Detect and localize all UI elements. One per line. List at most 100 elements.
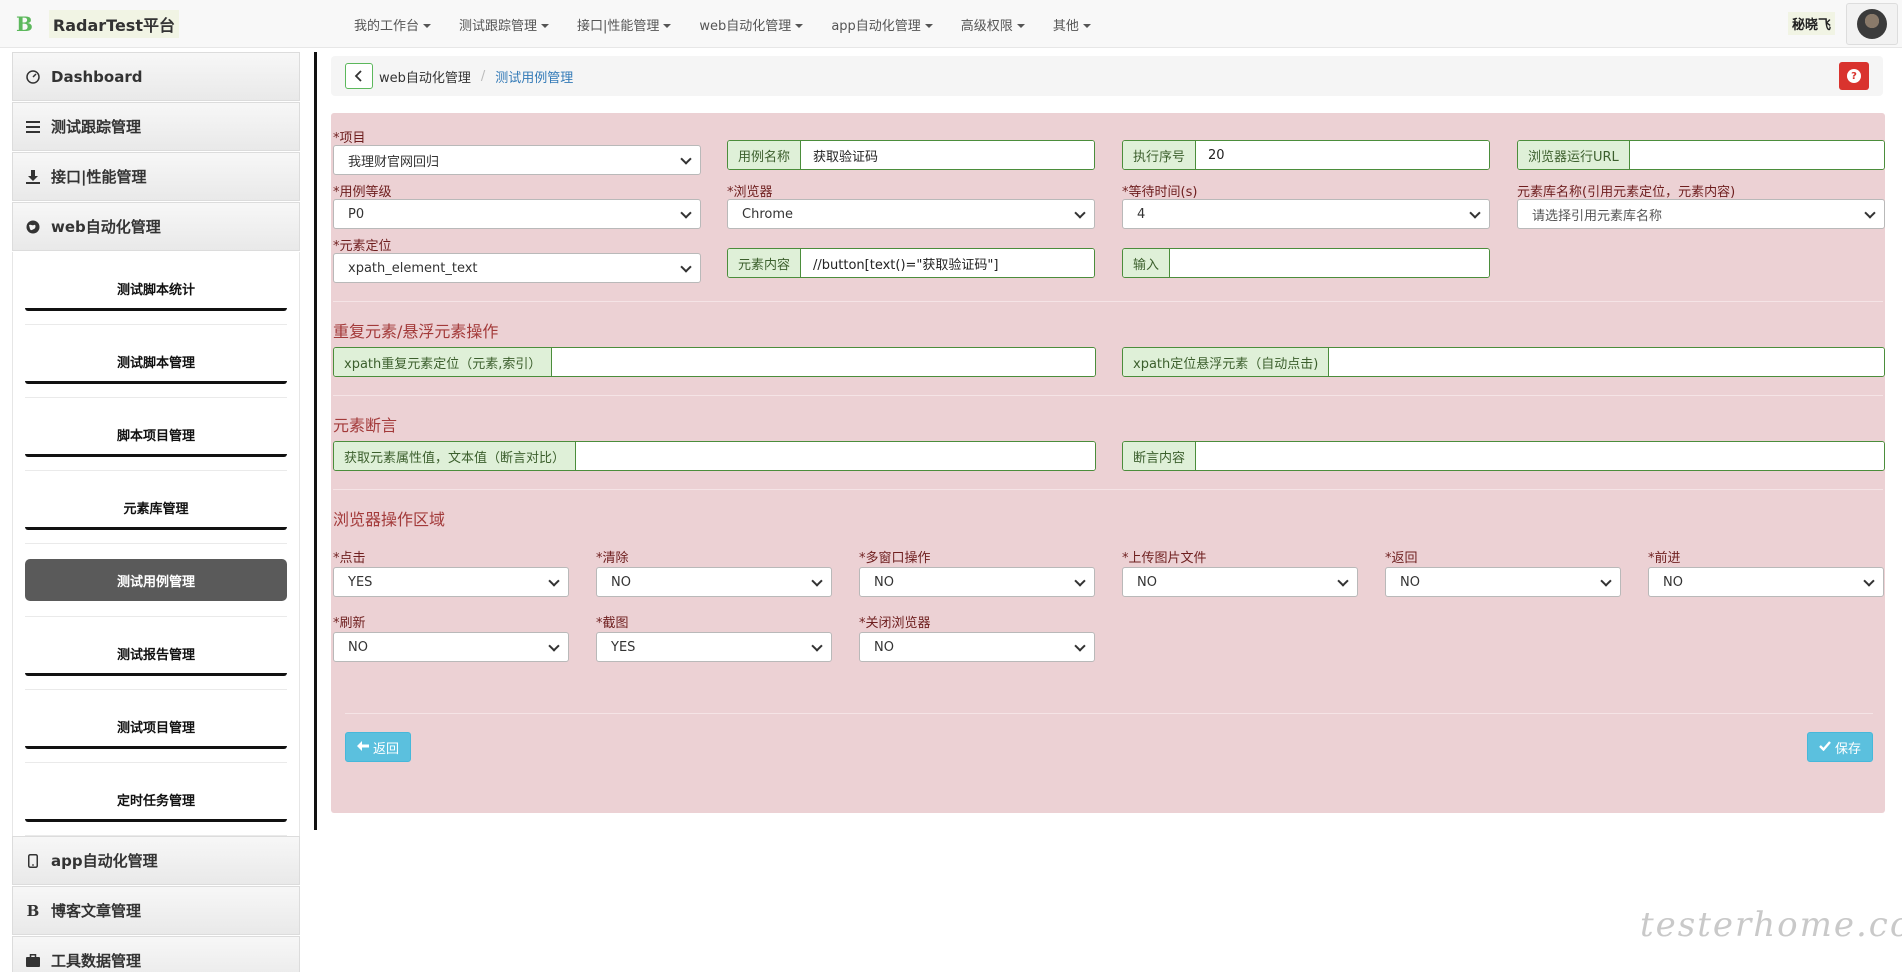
exec-order-input[interactable]: 20	[1196, 141, 1489, 169]
underline	[25, 673, 287, 676]
sidebar-item-tool-data[interactable]: 工具数据管理	[12, 936, 300, 972]
sidebar-item-api-performance[interactable]: 接口|性能管理	[12, 152, 300, 201]
assert-content-addon: 断言内容	[1123, 442, 1197, 470]
clear-select[interactable]: NO	[596, 567, 832, 597]
element-lib-select[interactable]: 请选择引用元素库名称	[1517, 199, 1885, 229]
list-icon	[25, 119, 41, 135]
sidebar-item-test-tracking[interactable]: 测试跟踪管理	[12, 102, 300, 151]
element-content-input[interactable]: //button[text()="获取验证码"]	[801, 249, 1094, 277]
case-level-select[interactable]: P0	[333, 199, 701, 229]
chevron-down-icon	[1074, 575, 1086, 587]
sidebar-sub-test-project[interactable]: 测试项目管理	[25, 690, 287, 763]
help-button[interactable]: ?	[1839, 62, 1869, 90]
go-back-select[interactable]: NO	[1385, 567, 1621, 597]
sidebar-item-web-automation[interactable]: web自动化管理	[12, 202, 300, 251]
divider	[333, 301, 1883, 302]
divider	[333, 489, 1883, 490]
project-label: *项目	[333, 131, 366, 146]
breadcrumb-parent[interactable]: web自动化管理	[379, 67, 471, 86]
xpath-hover-addon: xpath定位悬浮元素（自动点击)	[1123, 348, 1330, 376]
click-select[interactable]: YES	[333, 567, 569, 597]
nav-advanced-permission[interactable]: 高级权限	[947, 15, 1039, 34]
top-navbar: B RadarTest平台 我的工作台 测试跟踪管理 接口|性能管理 web自动…	[0, 0, 1902, 48]
sidebar-sub-test-report[interactable]: 测试报告管理	[25, 617, 287, 690]
chevron-down-icon	[1074, 640, 1086, 652]
sidebar-item-dashboard[interactable]: Dashboard	[12, 52, 300, 101]
xpath-hover-input[interactable]	[1329, 348, 1884, 376]
nav-workbench[interactable]: 我的工作台	[340, 15, 445, 34]
browser-url-input[interactable]	[1629, 141, 1884, 169]
nav-test-tracking[interactable]: 测试跟踪管理	[445, 15, 563, 34]
nav-other[interactable]: 其他	[1039, 15, 1105, 34]
breadcrumb-separator: /	[480, 68, 486, 84]
wait-time-label: *等待时间(s)	[1122, 185, 1198, 200]
get-attr-group: 获取元素属性值，文本值（断言对比）	[333, 441, 1096, 471]
caret-down-icon	[423, 24, 432, 28]
user-name[interactable]: 秘晓飞	[1788, 12, 1836, 35]
wait-time-select[interactable]: 4	[1122, 199, 1490, 229]
input-field[interactable]	[1170, 249, 1489, 277]
upload-image-select[interactable]: NO	[1122, 567, 1358, 597]
upload-image-label: *上传图片文件	[1122, 551, 1207, 566]
underline	[25, 819, 287, 822]
chevron-down-icon	[811, 575, 823, 587]
nav-app-automation[interactable]: app自动化管理	[817, 15, 946, 34]
close-browser-select[interactable]: NO	[859, 632, 1095, 662]
refresh-label: *刷新	[333, 616, 366, 631]
refresh-select[interactable]: NO	[333, 632, 569, 662]
chevron-down-icon	[1600, 575, 1612, 587]
active-pill: 测试用例管理	[25, 559, 287, 601]
browser-select[interactable]: Chrome	[727, 199, 1095, 229]
globe-icon	[25, 219, 41, 235]
caret-down-icon	[795, 24, 804, 28]
avatar-image	[1857, 9, 1887, 39]
underline	[25, 454, 287, 457]
assert-content-input[interactable]	[1196, 442, 1884, 470]
sidebar-item-app-automation[interactable]: app自动化管理	[12, 836, 300, 885]
browser-url-group: 浏览器运行URL	[1517, 140, 1885, 170]
web-automation-submenu: 测试脚本统计 测试脚本管理 脚本项目管理 元素库管理 测试用例管理 测试报告管理…	[12, 252, 300, 836]
avatar[interactable]	[1846, 3, 1898, 45]
element-content-addon: 元素内容	[728, 249, 802, 277]
element-locate-select[interactable]: xpath_element_text	[333, 253, 701, 283]
screenshot-select[interactable]: YES	[596, 632, 832, 662]
exec-order-group: 执行序号 20	[1122, 140, 1490, 170]
go-forward-label: *前进	[1648, 551, 1681, 566]
nav-api-performance[interactable]: 接口|性能管理	[563, 15, 685, 34]
clear-label: *清除	[596, 551, 629, 566]
watermark: testerhome.com	[1640, 905, 1902, 945]
go-forward-select[interactable]: NO	[1648, 567, 1884, 597]
brand[interactable]: B RadarTest平台	[16, 10, 179, 38]
question-icon: ?	[1847, 69, 1861, 83]
case-name-addon: 用例名称	[728, 141, 802, 169]
sidebar-sub-script-manage[interactable]: 测试脚本管理	[25, 325, 287, 398]
chevron-down-icon	[548, 640, 560, 652]
nav-web-automation[interactable]: web自动化管理	[685, 15, 817, 34]
xpath-hover-group: xpath定位悬浮元素（自动点击)	[1122, 347, 1885, 377]
brand-name: RadarTest平台	[48, 10, 179, 38]
case-name-input[interactable]: 获取验证码	[801, 141, 1094, 169]
screenshot-label: *截图	[596, 616, 629, 631]
divider	[333, 395, 1883, 396]
sidebar-sub-scheduled-task[interactable]: 定时任务管理	[25, 763, 287, 836]
breadcrumb-current: 测试用例管理	[495, 70, 574, 86]
save-button[interactable]: 保存	[1807, 732, 1873, 762]
go-back-label: *返回	[1385, 551, 1418, 566]
breadcrumb-back-button[interactable]	[345, 63, 373, 89]
xpath-repeat-group: xpath重复元素定位（元素,索引）	[333, 347, 1096, 377]
multi-window-select[interactable]: NO	[859, 567, 1095, 597]
sidebar-sub-element-lib[interactable]: 元素库管理	[25, 471, 287, 544]
sidebar-sub-script-project[interactable]: 脚本项目管理	[25, 398, 287, 471]
mobile-icon	[25, 853, 41, 869]
browser-url-addon: 浏览器运行URL	[1518, 141, 1630, 169]
xpath-repeat-input[interactable]	[552, 348, 1095, 376]
get-attr-input[interactable]	[576, 442, 1095, 470]
return-button[interactable]: 返回	[345, 732, 411, 762]
sidebar-item-blog[interactable]: B 博客文章管理	[12, 886, 300, 935]
sidebar-sub-test-case[interactable]: 测试用例管理	[25, 544, 287, 617]
chevron-down-icon	[680, 153, 692, 165]
sidebar-sub-script-stats[interactable]: 测试脚本统计	[25, 252, 287, 325]
underline	[25, 527, 287, 530]
xpath-repeat-addon: xpath重复元素定位（元素,索引）	[334, 348, 553, 376]
project-select[interactable]: 我理财官网回归	[333, 145, 701, 175]
